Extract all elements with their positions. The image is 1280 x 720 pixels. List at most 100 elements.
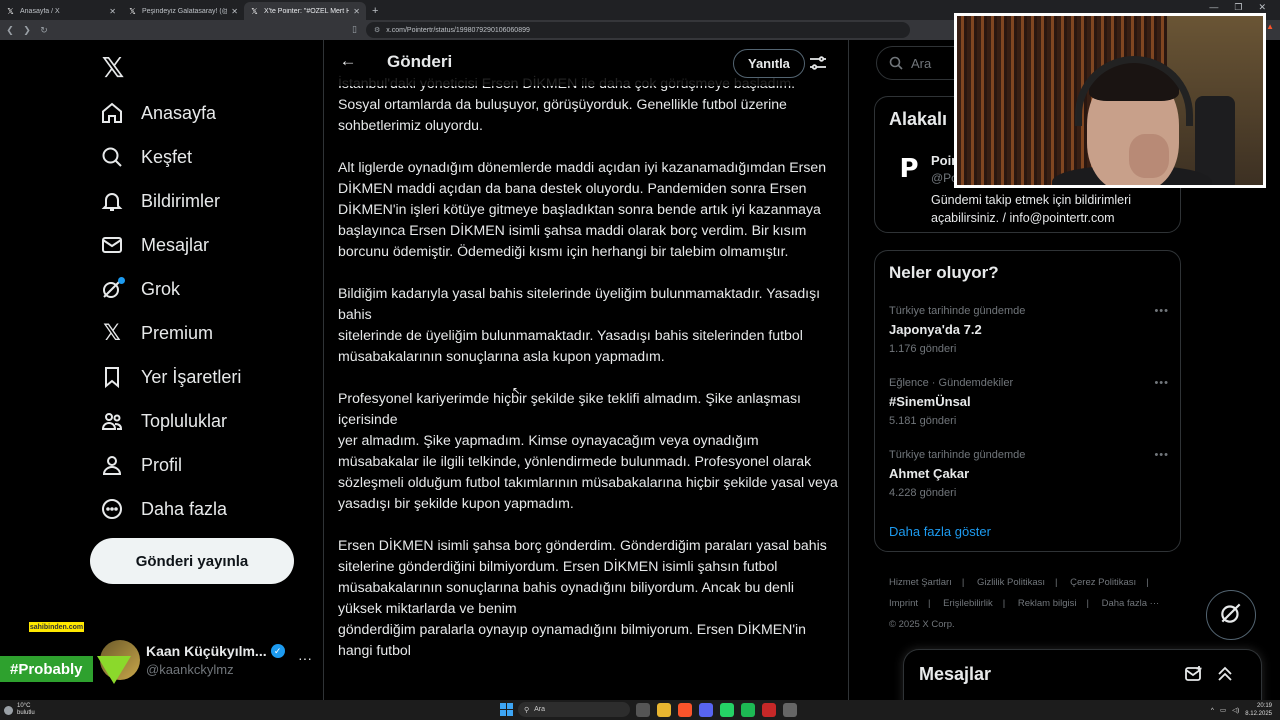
brave-browser-icon[interactable]	[678, 703, 692, 717]
trend-item[interactable]: Eğlence · Gündemdekiler #SinemÜnsal 5.18…	[889, 377, 1169, 427]
minimize-button[interactable]: —	[1209, 2, 1218, 13]
obs-icon[interactable]	[762, 703, 776, 717]
footer-link-accessibility[interactable]: Erişilebilirlik	[943, 598, 993, 609]
trend-item[interactable]: Türkiye tarihinde gündemde Ahmet Çakar 4…	[889, 449, 1169, 499]
file-explorer-icon[interactable]	[657, 703, 671, 717]
nav-more[interactable]: Daha fazla	[88, 487, 241, 531]
browser-tab-home[interactable]: 𝕏 Anasayfa / X ✕	[0, 2, 122, 20]
clock[interactable]: 20:19 8.12.2025	[1245, 702, 1272, 718]
trend-name: #SinemÜnsal	[889, 394, 971, 409]
more-icon[interactable]: •••	[1154, 377, 1169, 389]
footer-link-cookies[interactable]: Çerez Politikası	[1070, 577, 1136, 588]
browser-tab-pesindeyiz[interactable]: 𝕏 Peşindeyiz Galatasaray! (@Pesindey... …	[122, 2, 244, 20]
trend-count: 1.176 gönderi	[889, 343, 957, 355]
post-paragraph: Ersen DİKMEN isimli şahsa borç gönderdim…	[338, 537, 827, 658]
nav-messages[interactable]: Mesajlar	[88, 223, 241, 267]
tab-title: Peşindeyiz Galatasaray! (@Pesindey...	[142, 7, 227, 15]
nav-profile[interactable]: Profil	[88, 443, 241, 487]
footer-link-ads-info[interactable]: Reklam bilgisi	[1018, 598, 1077, 609]
bookmark-page-icon[interactable]: ▯	[352, 24, 357, 35]
trend-context: Türkiye tarihinde gündemde	[889, 449, 1026, 461]
spotify-icon[interactable]	[741, 703, 755, 717]
whatsapp-icon[interactable]	[720, 703, 734, 717]
more-icon[interactable]: •••	[1154, 449, 1169, 461]
windows-taskbar: 10°C bulutlu ⚲ Ara ^ ▭ ◁) 20:19 8.12.2025	[0, 700, 1280, 720]
nav-explore[interactable]: Keşfet	[88, 135, 241, 179]
volume-icon[interactable]: ◁)	[1232, 706, 1239, 714]
trend-count: 5.181 gönderi	[889, 415, 957, 427]
account-switcher[interactable]: Kaan Küçükyılm... ✓ @kaankckylmz ···	[100, 630, 320, 690]
verified-badge-icon: ✓	[270, 644, 285, 658]
taskbar-search[interactable]: ⚲ Ara	[518, 702, 630, 717]
footer-link-terms[interactable]: Hizmet Şartları	[889, 577, 952, 588]
expand-up-icon[interactable]	[1215, 664, 1235, 684]
address-bar[interactable]: ⚙ x.com/Pointertr/status/199807929010606…	[366, 22, 910, 38]
x-logo-icon[interactable]: 𝕏	[98, 51, 128, 84]
close-window-button[interactable]: ✕	[1258, 2, 1266, 13]
network-icon[interactable]: ▭	[1220, 706, 1226, 714]
nav-label: Profil	[141, 454, 183, 475]
account-name: Kaan Küçükyılm...	[146, 643, 267, 659]
weather-desc: bulutlu	[17, 710, 35, 716]
tray-chevron-icon[interactable]: ^	[1211, 707, 1214, 714]
back-icon[interactable]: ❮	[3, 23, 17, 37]
reload-icon[interactable]: ↻	[37, 23, 51, 37]
back-arrow-icon[interactable]: ←	[338, 51, 358, 71]
trend-item[interactable]: Türkiye tarihinde gündemde Japonya'da 7.…	[889, 305, 1169, 355]
brave-rewards-icon[interactable]: ▲	[1266, 22, 1274, 31]
pointer-logo-icon[interactable]: P	[889, 149, 929, 189]
show-more-link[interactable]: Daha fazla göster	[889, 524, 991, 539]
tab-title: Anasayfa / X	[20, 7, 60, 15]
close-tab-icon[interactable]: ✕	[353, 7, 360, 16]
account-handle: @kaankckylmz	[146, 662, 234, 677]
footer-separator: |	[961, 577, 965, 588]
search-icon	[889, 56, 903, 70]
footer-link-more[interactable]: Daha fazla ···	[1102, 598, 1160, 609]
adjust-settings-icon[interactable]	[808, 53, 828, 73]
footer-links: Hizmet Şartları | Gizlilik Politikası | Çe…	[889, 572, 1179, 635]
footer-separator: |	[928, 598, 931, 609]
x-favicon-icon: 𝕏	[7, 6, 14, 16]
clock-time: 20:19	[1256, 703, 1272, 709]
weather-widget[interactable]: 10°C bulutlu	[4, 703, 35, 717]
system-tray: ^ ▭ ◁) 20:19 8.12.2025	[1211, 702, 1272, 718]
nav-bookmarks[interactable]: Yer İşaretleri	[88, 355, 241, 399]
nav-notifications[interactable]: Bildirimler	[88, 179, 241, 223]
nav-label: Yer İşaretleri	[141, 366, 242, 387]
reply-button[interactable]: Yanıtla	[733, 49, 805, 78]
nav-premium[interactable]: 𝕏 Premium	[88, 311, 241, 355]
x-favicon-icon: 𝕏	[251, 6, 258, 16]
nav-communities[interactable]: Topluluklar	[88, 399, 241, 443]
trend-name: Ahmet Çakar	[889, 466, 970, 481]
browser-tab-pointer[interactable]: 𝕏 X'te Pointer: "#ÖZEL Mert Hakan... ✕	[244, 2, 366, 20]
maximize-button[interactable]: ❐	[1234, 2, 1242, 13]
footer-link-imprint[interactable]: Imprint	[889, 598, 918, 609]
post-button[interactable]: Gönderi yayınla	[90, 538, 294, 584]
forward-icon[interactable]: ❯	[20, 23, 34, 37]
trend-context: Türkiye tarihinde gündemde	[889, 305, 1026, 317]
home-icon	[100, 101, 124, 125]
account-more-icon[interactable]: ···	[298, 650, 312, 666]
close-tab-icon[interactable]: ✕	[231, 7, 238, 16]
more-icon[interactable]: •••	[1154, 305, 1169, 317]
more-circle-icon	[100, 497, 124, 521]
post-paragraph: Bildiğim kadarıyla yasal bahis sitelerin…	[338, 285, 821, 364]
task-view-icon[interactable]	[636, 703, 650, 717]
trend-context: Eğlence · Gündemdekiler	[889, 377, 1014, 389]
windows-start-icon[interactable]	[500, 703, 513, 716]
mouse-cursor-icon: ↖	[512, 386, 521, 397]
discord-icon[interactable]	[699, 703, 713, 717]
settings-gear-icon[interactable]	[783, 703, 797, 717]
new-message-icon[interactable]	[1184, 664, 1204, 684]
left-sidebar: 𝕏 Anasayfa Keşfet Bildirimler Mesajlar G…	[88, 40, 324, 700]
new-tab-button[interactable]: +	[366, 2, 384, 20]
close-tab-icon[interactable]: ✕	[109, 7, 116, 16]
nav-label: Keşfet	[141, 146, 193, 167]
nav-home[interactable]: Anasayfa	[88, 91, 241, 135]
grok-floating-button[interactable]	[1206, 590, 1256, 640]
nav-label: Mesajlar	[141, 234, 210, 255]
nav-grok[interactable]: Grok	[88, 267, 241, 311]
site-info-icon[interactable]: ⚙	[374, 26, 380, 34]
footer-link-privacy[interactable]: Gizlilik Politikası	[977, 577, 1045, 588]
sahibinden-sponsor-badge: sahibinden.com	[29, 622, 84, 632]
